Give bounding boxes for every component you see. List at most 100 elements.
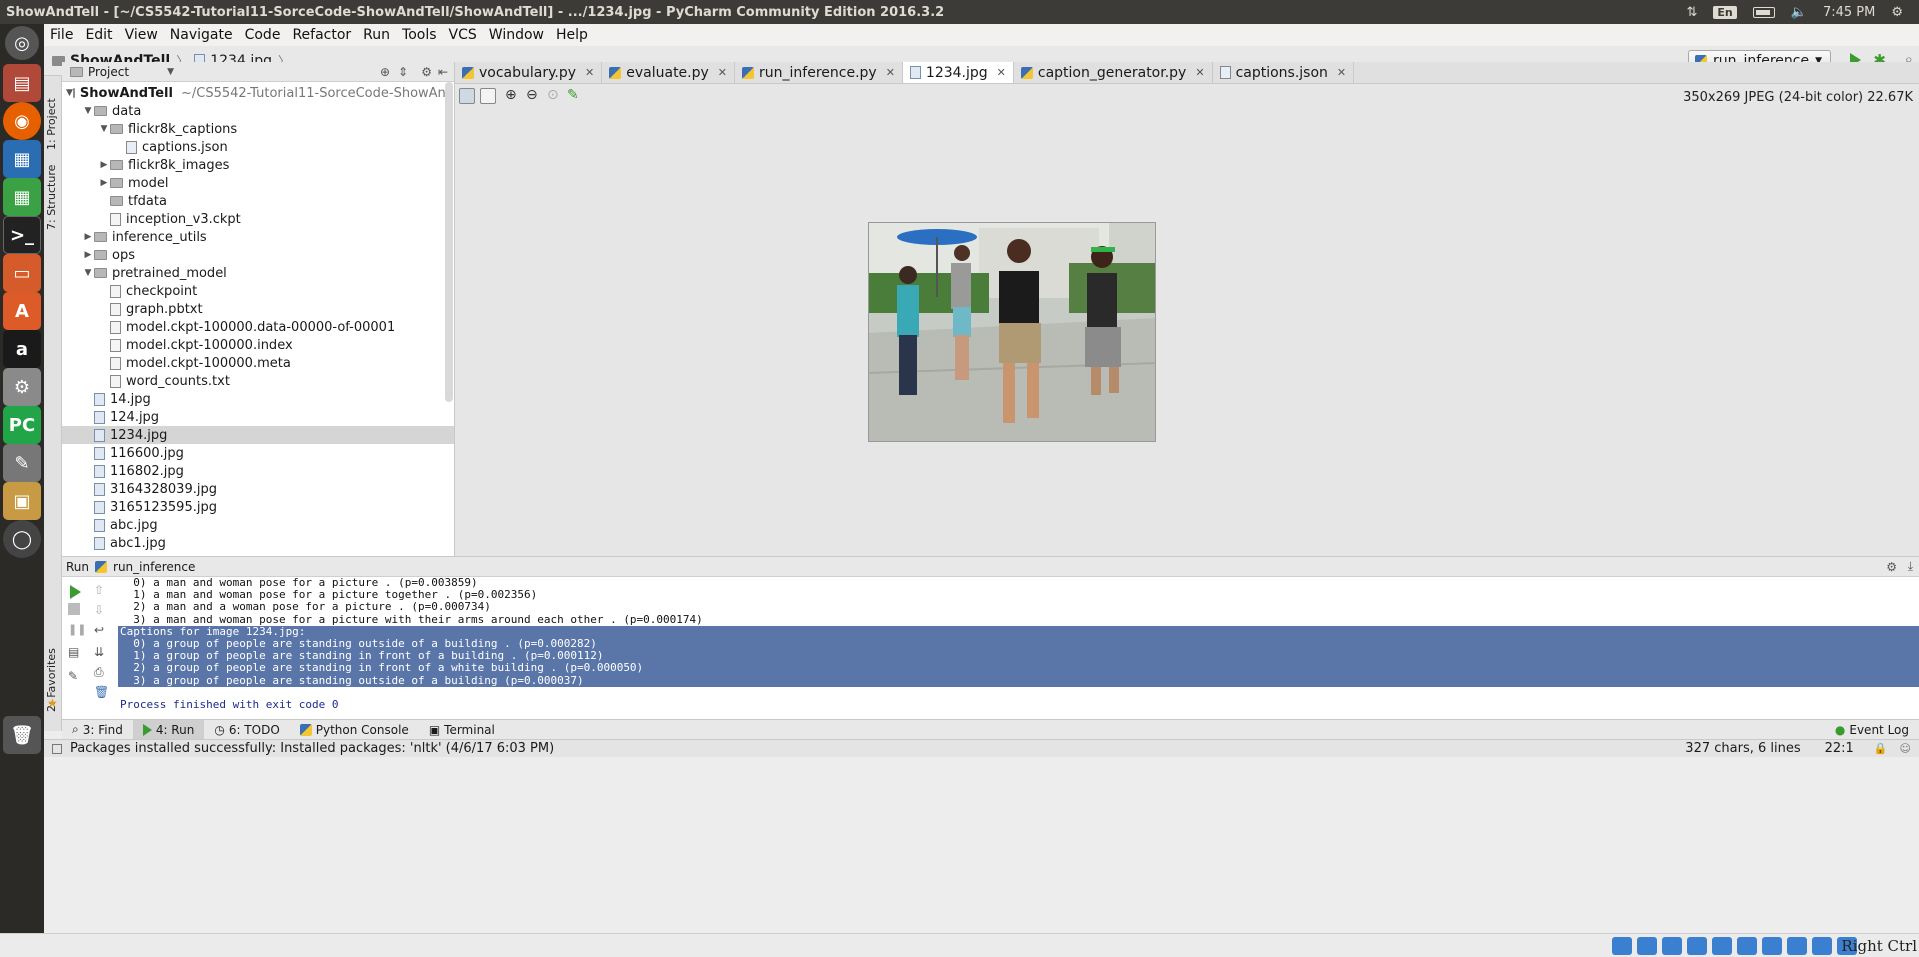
- tab-python-console[interactable]: Python Console: [290, 720, 419, 740]
- tab-run[interactable]: 4: Run: [132, 719, 205, 740]
- collapse-arrow-icon[interactable]: ▶: [82, 250, 94, 260]
- tree-item-pretrained-model[interactable]: ▼ pretrained_model: [62, 264, 454, 282]
- tab-find[interactable]: ⌕ 3: Find: [62, 720, 133, 740]
- tree-item-flickr8k-captions[interactable]: ▼ flickr8k_captions: [62, 120, 454, 138]
- cd-icon[interactable]: [1637, 937, 1657, 955]
- chessboard-toggle-icon[interactable]: [459, 88, 475, 104]
- expand-arrow-icon[interactable]: ▼: [66, 88, 73, 98]
- tree-item-image-file[interactable]: abc1.jpg: [62, 534, 454, 552]
- tree-item-model-data[interactable]: model.ckpt-100000.data-00000-of-00001: [62, 318, 454, 336]
- tree-item-ops[interactable]: ▶ ops: [62, 246, 454, 264]
- menu-code[interactable]: Code: [239, 27, 287, 43]
- print-icon[interactable]: ⎙: [94, 665, 110, 679]
- dvd-icon[interactable]: ◯: [3, 520, 41, 558]
- settings-icon[interactable]: ⚙: [3, 368, 41, 406]
- expand-arrow-icon[interactable]: ▼: [82, 106, 94, 116]
- menu-edit[interactable]: Edit: [79, 27, 118, 43]
- tree-item-inference-utils[interactable]: ▶ inference_utils: [62, 228, 454, 246]
- scroll-to-end-icon[interactable]: ⇊: [94, 645, 110, 659]
- rerun-button[interactable]: [70, 585, 81, 599]
- tab-terminal[interactable]: ▣ Terminal: [419, 720, 505, 740]
- collapse-arrow-icon[interactable]: ▶: [98, 160, 110, 170]
- up-arrow-icon[interactable]: ⇧: [94, 583, 110, 597]
- tree-item-image-file[interactable]: 124.jpg: [62, 408, 454, 426]
- keyboard-layout-indicator[interactable]: En: [1713, 5, 1737, 19]
- tree-item-model-meta[interactable]: model.ckpt-100000.meta: [62, 354, 454, 372]
- dash-home-icon[interactable]: ◎: [5, 26, 39, 60]
- amazon-icon[interactable]: a: [3, 330, 41, 368]
- status-message[interactable]: Packages installed successfully: Install…: [70, 741, 554, 756]
- software-center-icon[interactable]: A: [3, 292, 41, 330]
- tree-item-image-file-selected[interactable]: 1234.jpg: [62, 426, 454, 444]
- tree-item-captions-json[interactable]: captions.json: [62, 138, 454, 156]
- menu-window[interactable]: Window: [483, 27, 550, 43]
- firefox-icon[interactable]: ◉: [3, 102, 41, 140]
- cpu-icon[interactable]: [1787, 937, 1807, 955]
- clock[interactable]: 7:45 PM: [1823, 5, 1875, 20]
- menu-navigate[interactable]: Navigate: [164, 27, 239, 43]
- collapse-all-icon[interactable]: ⇕: [398, 65, 408, 79]
- restore-layout-icon[interactable]: ▤: [68, 645, 84, 659]
- grid-toggle-icon[interactable]: [480, 88, 496, 104]
- project-scrollbar[interactable]: [445, 82, 453, 402]
- network-icon[interactable]: ⇅: [1687, 5, 1698, 20]
- battery-icon[interactable]: [1752, 6, 1775, 18]
- close-icon[interactable]: ✕: [997, 66, 1006, 79]
- tree-item-image-file[interactable]: 14.jpg: [62, 390, 454, 408]
- tree-item-image-file[interactable]: 3164328039.jpg: [62, 480, 454, 498]
- scroll-from-source-icon[interactable]: ⊕: [380, 65, 390, 79]
- expand-arrow-icon[interactable]: ▼: [98, 124, 110, 134]
- gear-icon[interactable]: ⚙: [1886, 560, 1897, 574]
- optical-drive-icon[interactable]: [1612, 937, 1632, 955]
- expand-arrow-icon[interactable]: ▼: [82, 268, 94, 278]
- console-output[interactable]: 0) a man and woman pose for a picture . …: [118, 576, 1919, 719]
- zoom-in-icon[interactable]: ⊕: [505, 87, 517, 103]
- tree-item-tfdata[interactable]: tfdata: [62, 192, 454, 210]
- close-icon[interactable]: ✕: [1195, 66, 1204, 79]
- tree-item-word-counts[interactable]: word_counts.txt: [62, 372, 454, 390]
- writer-icon[interactable]: ▦: [3, 140, 41, 178]
- run-panel-config-tab[interactable]: run_inference: [113, 560, 195, 574]
- display-icon[interactable]: [1737, 937, 1757, 955]
- pycharm-icon[interactable]: PC: [3, 406, 41, 444]
- tree-root[interactable]: ▼ ShowAndTell ~/CS5542-Tutorial11-SorceC…: [62, 84, 454, 102]
- tab-caption-generator-py[interactable]: caption_generator.py ✕: [1014, 62, 1213, 83]
- tree-item-data[interactable]: ▼ data: [62, 102, 454, 120]
- tree-item-flickr8k-images[interactable]: ▶ flickr8k_images: [62, 156, 454, 174]
- tree-item-model[interactable]: ▶ model: [62, 174, 454, 192]
- volume-icon[interactable]: 🔈: [1791, 5, 1807, 20]
- color-picker-icon[interactable]: ✎: [567, 87, 579, 103]
- down-arrow-icon[interactable]: ⇩: [94, 603, 110, 617]
- shared-folder-icon[interactable]: [1712, 937, 1732, 955]
- close-icon[interactable]: ✕: [1337, 66, 1346, 79]
- hide-panel-icon[interactable]: ⇤: [438, 65, 448, 79]
- collapse-arrow-icon[interactable]: ▶: [82, 232, 94, 242]
- tab-vocabulary-py[interactable]: vocabulary.py ✕: [455, 62, 603, 83]
- zoom-out-icon[interactable]: ⊖: [526, 87, 538, 103]
- calc-icon[interactable]: ▦: [3, 178, 41, 216]
- tree-item-image-file[interactable]: abc.jpg: [62, 516, 454, 534]
- caret-position[interactable]: 22:1: [1825, 741, 1854, 756]
- stop-button[interactable]: [68, 603, 80, 615]
- actual-size-icon[interactable]: ⊙: [547, 87, 559, 103]
- tab-todo[interactable]: ◷ 6: TODO: [204, 720, 289, 740]
- tree-item-image-file[interactable]: 116600.jpg: [62, 444, 454, 462]
- tab-1234-jpg[interactable]: 1234.jpg ✕: [902, 62, 1014, 83]
- tab-event-log[interactable]: ● Event Log: [1825, 720, 1919, 740]
- tree-item-image-file[interactable]: 3165123595.jpg: [62, 498, 454, 516]
- menu-help[interactable]: Help: [550, 27, 594, 43]
- pin-icon[interactable]: ✎: [68, 669, 84, 683]
- tab-structure-tool[interactable]: 7: Structure: [45, 160, 61, 230]
- clear-trash-icon[interactable]: 🗑: [94, 685, 110, 699]
- close-icon[interactable]: ✕: [718, 66, 727, 79]
- pause-icon[interactable]: ❚❚: [68, 623, 86, 637]
- text-editor-icon[interactable]: ✎: [3, 444, 41, 482]
- tab-captions-json[interactable]: captions.json ✕: [1213, 62, 1355, 83]
- menu-refactor[interactable]: Refactor: [286, 27, 357, 43]
- project-view-select[interactable]: Project: [88, 65, 129, 79]
- menu-run[interactable]: Run: [357, 27, 396, 43]
- soft-wrap-icon[interactable]: ↩: [94, 623, 110, 637]
- chevron-down-icon[interactable]: ▼: [167, 67, 174, 77]
- close-icon[interactable]: ✕: [585, 66, 594, 79]
- terminal-icon[interactable]: >_: [3, 216, 41, 254]
